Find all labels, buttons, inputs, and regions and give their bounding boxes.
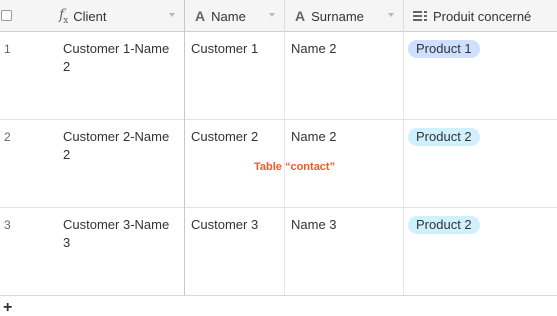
surname-value: Name 2 [291, 129, 337, 144]
select-all-checkbox[interactable] [1, 10, 12, 21]
linked-records-icon [413, 10, 427, 22]
row-number-cell: 1 [0, 32, 49, 119]
row-number-cell: 2 [0, 120, 49, 207]
header-name[interactable]: A Name [185, 0, 285, 32]
product-cell[interactable]: Product 2 [404, 120, 557, 207]
row-number: 2 [4, 130, 11, 144]
chevron-down-icon[interactable] [169, 13, 175, 17]
text-field-icon: A [295, 8, 306, 24]
client-cell[interactable]: Customer 2-Name 2 [57, 120, 185, 207]
header-client[interactable]: fx Client [49, 0, 185, 32]
data-grid: fx Client A Name A Surname Produit conce… [0, 0, 557, 316]
client-value-line2: 3 [63, 235, 71, 250]
column-label-produit-concerne: Produit concerné [433, 8, 532, 24]
add-row-button[interactable]: + [3, 300, 12, 316]
header-surname[interactable]: A Surname [285, 0, 404, 32]
table-annotation: Table “contact” [254, 161, 336, 173]
header-select-all [0, 0, 49, 32]
text-field-icon: A [195, 8, 206, 24]
name-value: Customer 2 [191, 129, 259, 144]
column-label-name: Name [211, 8, 246, 24]
column-label-surname: Surname [311, 8, 364, 24]
name-value: Customer 1 [191, 41, 259, 56]
client-value-line2: 2 [63, 147, 71, 162]
product-pill[interactable]: Product 1 [408, 40, 480, 58]
client-value-line1: Customer 3-Name [63, 217, 170, 232]
product-pill[interactable]: Product 2 [408, 128, 480, 146]
formula-icon: fx [59, 6, 68, 26]
surname-cell[interactable]: Name 3 [285, 208, 404, 295]
surname-cell[interactable]: Name 2 [285, 32, 404, 119]
primary-column-divider [184, 0, 185, 316]
row-number: 3 [4, 218, 11, 232]
product-cell[interactable]: Product 2 [404, 208, 557, 295]
client-value-line2: 2 [63, 59, 71, 74]
product-cell[interactable]: Product 1 [404, 32, 557, 119]
header-row: fx Client A Name A Surname Produit conce… [0, 0, 557, 32]
surname-value: Name 2 [291, 41, 337, 56]
name-value: Customer 3 [191, 217, 259, 232]
add-row-bar[interactable]: + [0, 295, 557, 316]
row-number: 1 [4, 42, 11, 56]
client-cell[interactable]: Customer 1-Name 2 [57, 32, 185, 119]
column-label-client: Client [73, 8, 107, 24]
name-cell[interactable]: Customer 3 [185, 208, 285, 295]
chevron-down-icon[interactable] [269, 13, 275, 17]
chevron-down-icon[interactable] [388, 13, 394, 17]
client-cell[interactable]: Customer 3-Name 3 [57, 208, 185, 295]
client-value-line1: Customer 2-Name [63, 129, 170, 144]
table-row[interactable]: 1 Customer 1-Name 2 Customer 1 Name 2 Pr… [0, 32, 557, 120]
header-produit-concerne[interactable]: Produit concerné [404, 0, 557, 32]
client-value-line1: Customer 1-Name [63, 41, 170, 56]
row-number-cell: 3 [0, 208, 49, 295]
table-row[interactable]: 3 Customer 3-Name 3 Customer 3 Name 3 Pr… [0, 208, 557, 296]
name-cell[interactable]: Customer 1 [185, 32, 285, 119]
surname-value: Name 3 [291, 217, 337, 232]
product-pill[interactable]: Product 2 [408, 216, 480, 234]
